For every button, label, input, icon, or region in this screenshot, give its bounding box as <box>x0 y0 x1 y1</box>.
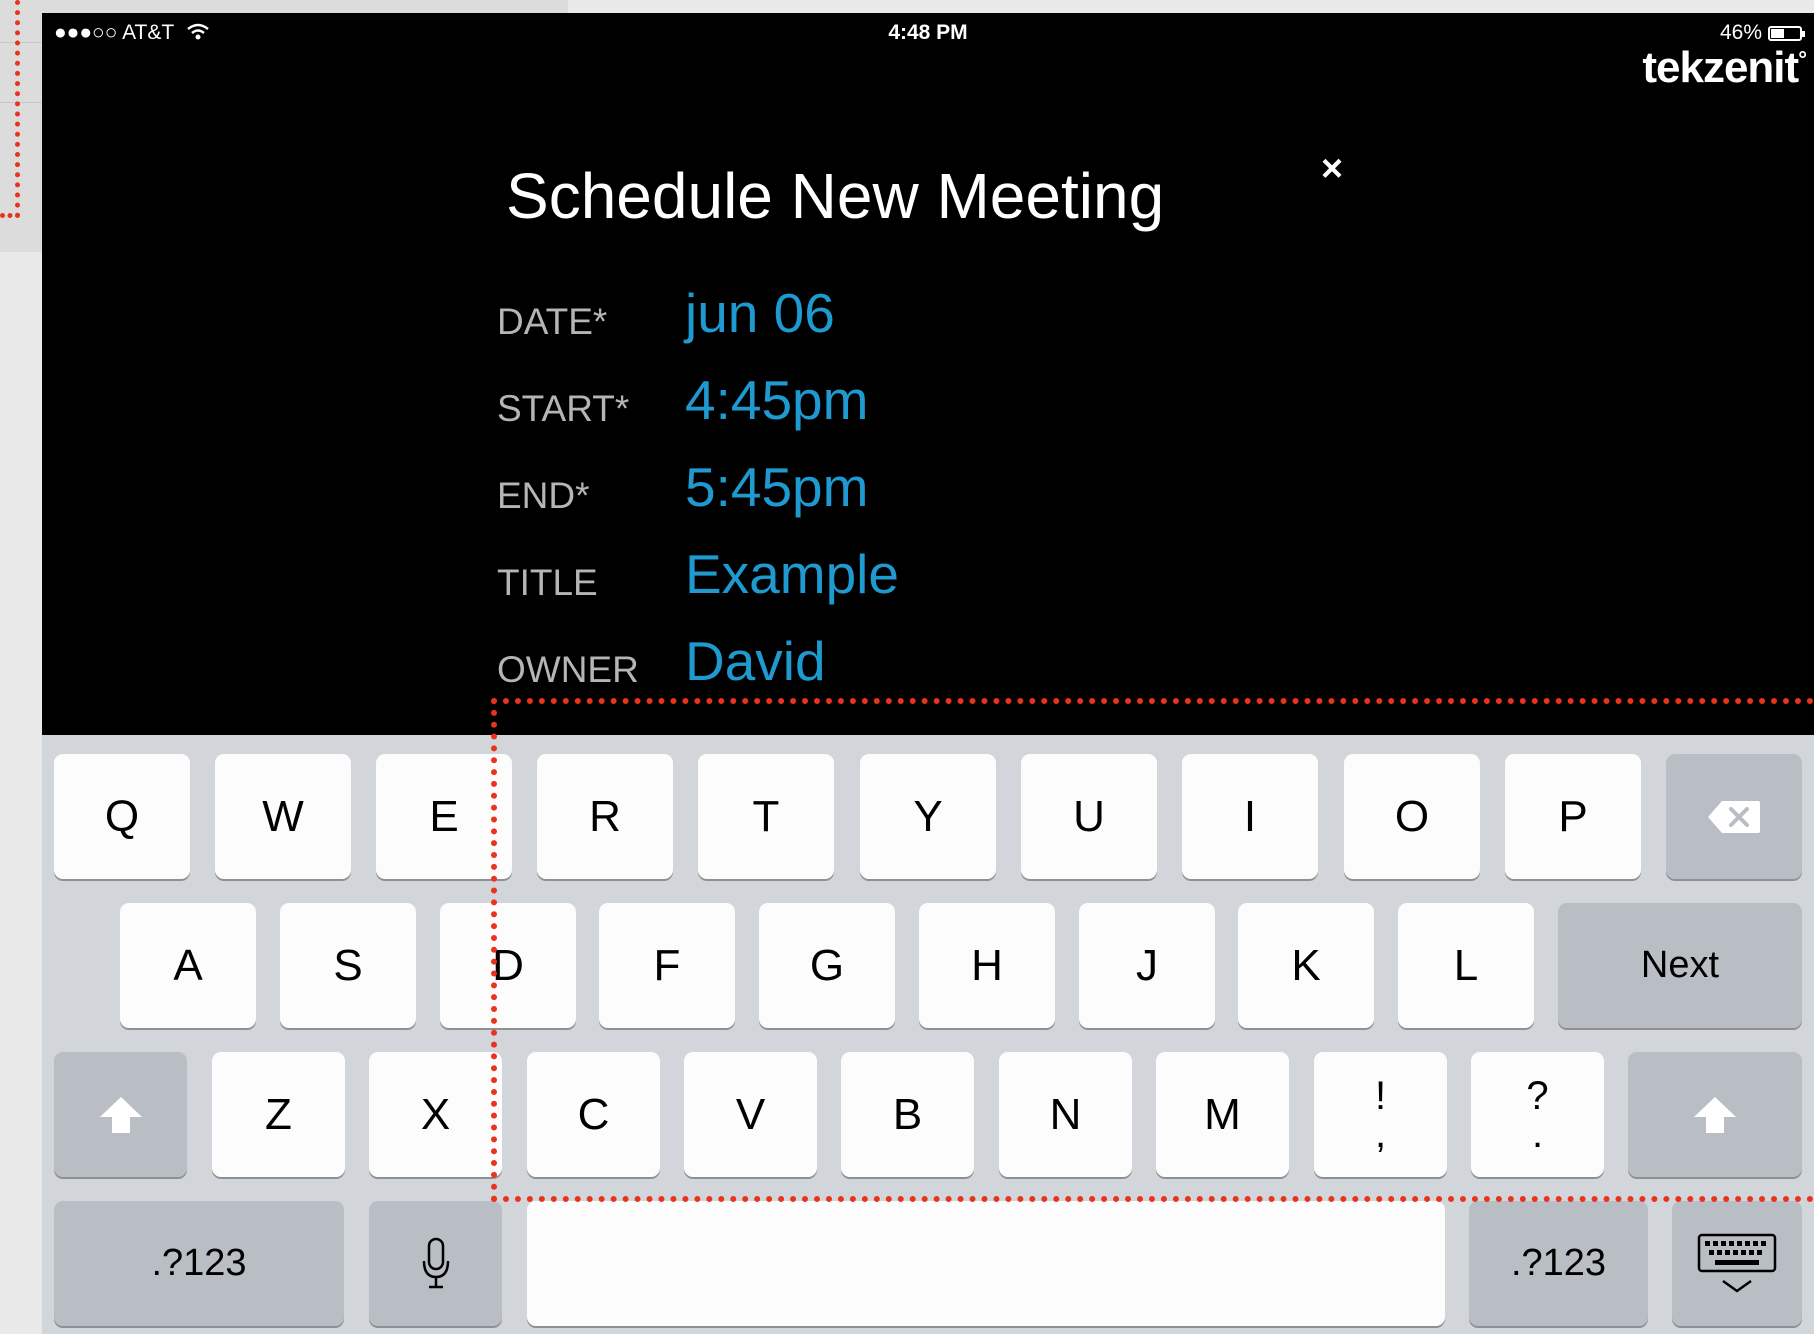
field-label: START* <box>497 388 630 429</box>
status-time: 4:48 PM <box>888 21 968 44</box>
space-key[interactable] <box>527 1201 1445 1326</box>
key-a[interactable]: A <box>120 903 256 1028</box>
field-label: END* <box>497 475 590 516</box>
field-value[interactable]: Example <box>685 542 899 606</box>
dialog-title: Schedule New Meeting <box>506 160 1165 232</box>
keyboard-dismiss-key[interactable] <box>1672 1201 1802 1326</box>
close-icon[interactable]: × <box>1312 149 1352 189</box>
key-x[interactable]: X <box>369 1052 502 1177</box>
microphone-key[interactable] <box>369 1201 502 1326</box>
field-label: DATE* <box>497 301 608 342</box>
app-screen: ●●●○○ AT&T 4:48 PM 46% tekzenit° Schedul… <box>42 13 1814 735</box>
field-value[interactable]: 5:45pm <box>685 455 868 519</box>
field-value[interactable]: 4:45pm <box>685 368 868 432</box>
key-z[interactable]: Z <box>212 1052 345 1177</box>
annotation-dotted-outline-left <box>0 0 20 218</box>
numbers-key-left[interactable]: .?123 <box>54 1201 344 1326</box>
key-s[interactable]: S <box>280 903 416 1028</box>
annotation-dotted-outline <box>491 698 1814 1202</box>
key-q[interactable]: Q <box>54 754 190 879</box>
battery-icon <box>1768 25 1805 41</box>
shift-icon <box>99 1096 142 1133</box>
field-label: TITLE <box>497 562 598 603</box>
shift-key-left[interactable] <box>54 1052 187 1177</box>
numbers-key-right[interactable]: .?123 <box>1469 1201 1648 1326</box>
brand-logo: tekzenit° <box>1642 43 1807 92</box>
battery-status: 46% <box>1720 21 1805 45</box>
field-value[interactable]: jun 06 <box>685 281 835 345</box>
field-label: OWNER <box>497 649 639 690</box>
keyboard-dismiss-icon <box>1697 1233 1777 1293</box>
microphone-icon <box>422 1237 449 1288</box>
field-value[interactable]: David <box>685 629 826 693</box>
key-w[interactable]: W <box>215 754 351 879</box>
